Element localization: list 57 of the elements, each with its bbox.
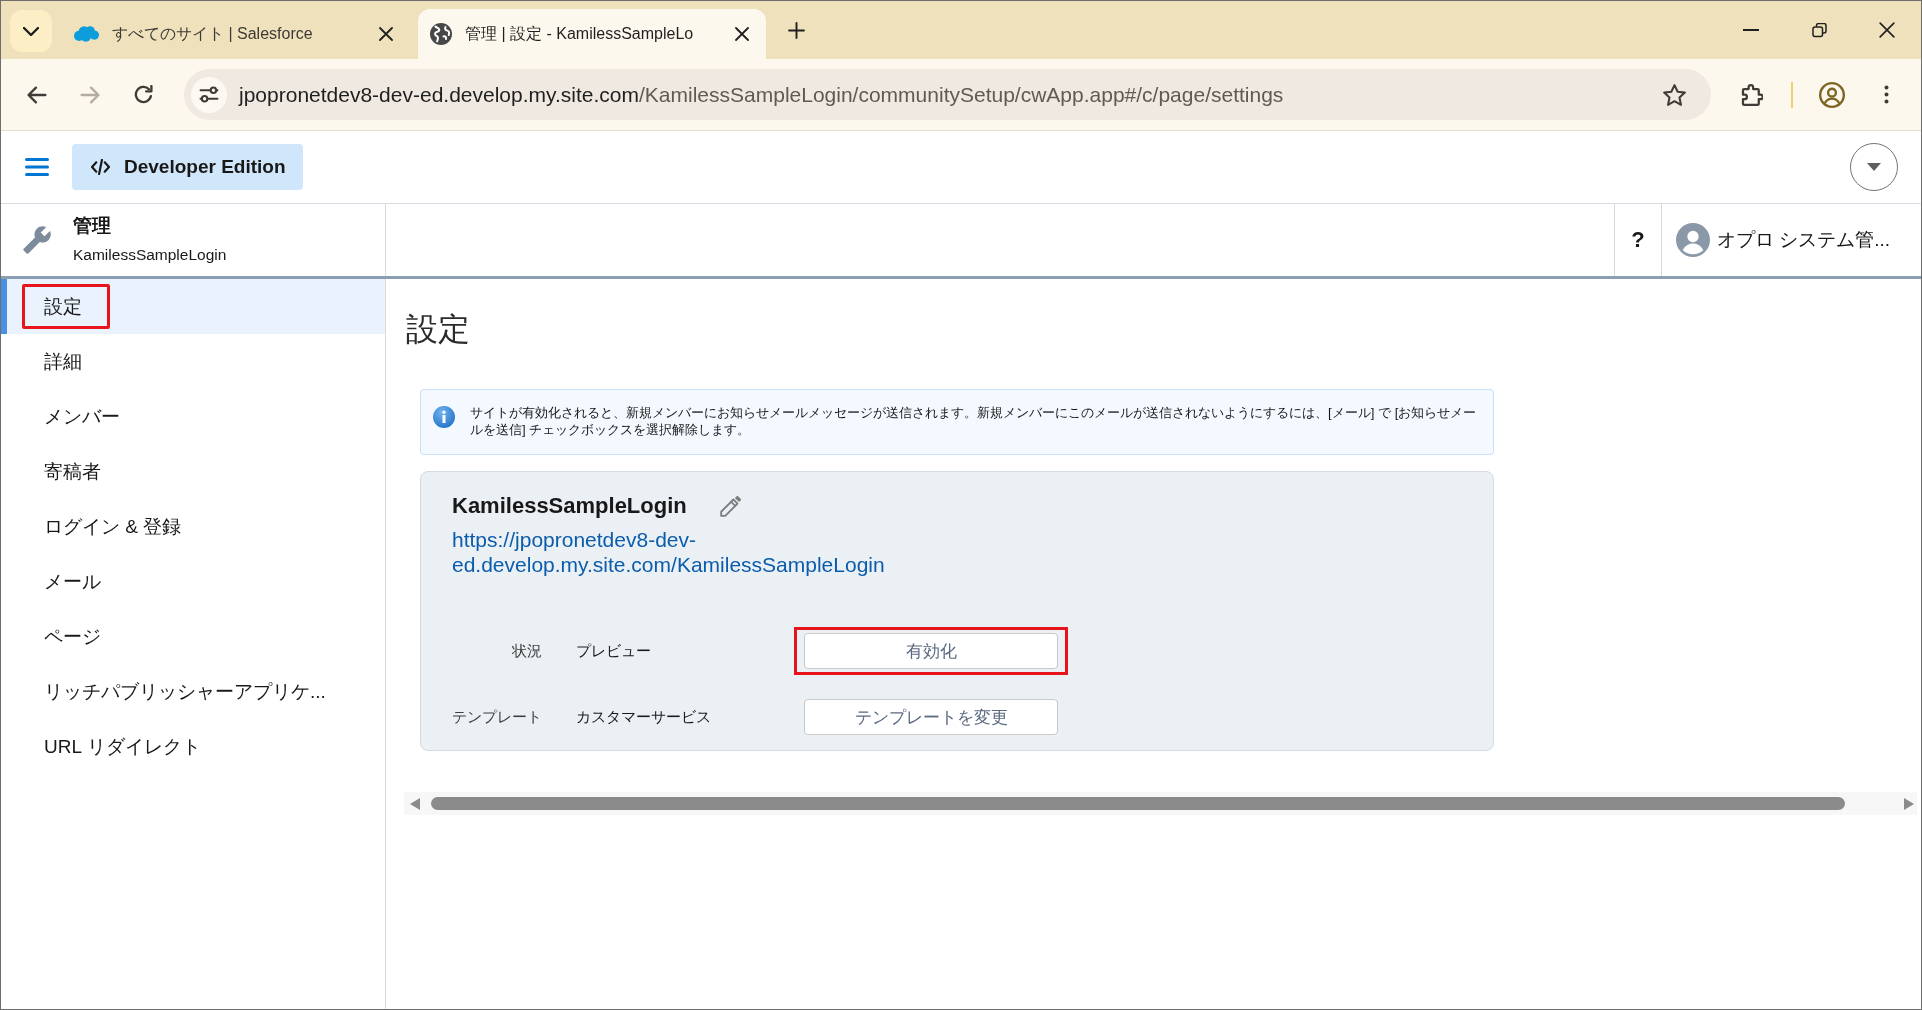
- scrollbar-thumb[interactable]: [431, 797, 1845, 810]
- account-icon[interactable]: [1819, 81, 1845, 108]
- star-icon[interactable]: [1663, 83, 1686, 106]
- action-button[interactable]: 有効化: [804, 633, 1058, 669]
- help-button[interactable]: ?: [1627, 227, 1649, 253]
- plus-icon[interactable]: [788, 21, 805, 39]
- code-icon: [91, 159, 110, 175]
- site-info-button[interactable]: [191, 76, 227, 113]
- site-subtitle: KamilessSampleLogin: [73, 245, 227, 265]
- menu-icon[interactable]: [25, 158, 49, 176]
- nav-item[interactable]: 設定: [1, 279, 385, 334]
- cloud-icon: [74, 26, 99, 42]
- info-text: サイトが有効化されると、新規メンバーにお知らせメールメッセージが送信されます。新規メンバーにこのメールが送信されないようにするには、[メール] で [お知らせメールを送信] チェックボックスを選択解除します。: [470, 404, 1478, 438]
- pencil-icon[interactable]: [719, 495, 741, 517]
- nav-item[interactable]: メンバー: [1, 389, 385, 444]
- action-button[interactable]: テンプレートを変更: [804, 699, 1058, 735]
- nav-item[interactable]: リッチパブリッシャーアプリケ...: [1, 664, 385, 719]
- close-icon[interactable]: [735, 27, 749, 41]
- browser-tab[interactable]: すべてのサイト | Salesforce: [62, 9, 410, 59]
- horizontal-scrollbar[interactable]: [404, 792, 1917, 815]
- chevron-down-icon: [23, 26, 39, 36]
- nav-item[interactable]: 寄稿者: [1, 444, 385, 499]
- right-triangle-icon[interactable]: [1904, 797, 1914, 810]
- field-label: テンプレート: [452, 707, 542, 727]
- sliders-icon: [199, 86, 219, 103]
- close-icon[interactable]: [379, 27, 393, 41]
- field-value: カスタマーサービス: [575, 707, 712, 727]
- nav-item[interactable]: メール: [1, 554, 385, 609]
- reload-icon[interactable]: [133, 85, 153, 104]
- close-icon[interactable]: [1879, 22, 1895, 38]
- page-heading: 設定: [406, 310, 471, 349]
- more-icon[interactable]: [1883, 85, 1889, 104]
- left-triangle-icon[interactable]: [410, 797, 420, 810]
- site-url-link[interactable]: https://jpopronetdev8-dev-ed.develop.my.site.com/KamilessSampleLogin: [452, 527, 942, 577]
- caret-down-icon: [1867, 163, 1881, 171]
- address-url[interactable]: jpopronetdev8-dev-ed.develop.my.site.com/KamilessSampleLogin/communitySetup/cwApp.app#/c/page/settings: [239, 82, 1284, 107]
- nav-item[interactable]: ページ: [1, 609, 385, 664]
- nav-item[interactable]: 詳細: [1, 334, 385, 389]
- browser-tab[interactable]: 管理 | 設定 - KamilessSampleLo: [418, 9, 766, 59]
- back-arrow-icon[interactable]: [27, 85, 47, 104]
- nav-item[interactable]: URL リダイレクト: [1, 719, 385, 774]
- globe-icon: [430, 23, 452, 45]
- field-label: 状況: [511, 641, 542, 661]
- dropdown-button[interactable]: [1850, 143, 1898, 191]
- avatar-icon: [1676, 223, 1710, 257]
- field-value: プレビュー: [575, 641, 652, 661]
- edition-button[interactable]: Developer Edition: [72, 144, 303, 190]
- address-bar[interactable]: jpopronetdev8-dev-ed.develop.my.site.com/KamilessSampleLogin/communitySetup/cwApp.app#/c/page/settings: [184, 69, 1711, 120]
- restore-icon[interactable]: [1811, 22, 1827, 38]
- tab-list-button[interactable]: [10, 10, 52, 52]
- puzzle-icon[interactable]: [1741, 83, 1763, 106]
- wrench-icon: [23, 226, 51, 254]
- info-icon: [433, 406, 455, 428]
- nav-item[interactable]: ログイン & 登録: [1, 499, 385, 554]
- section-title: 管理: [73, 215, 112, 237]
- site-name: KamilessSampleLogin: [452, 493, 687, 519]
- user-menu[interactable]: オプロ システム管...: [1717, 227, 1891, 253]
